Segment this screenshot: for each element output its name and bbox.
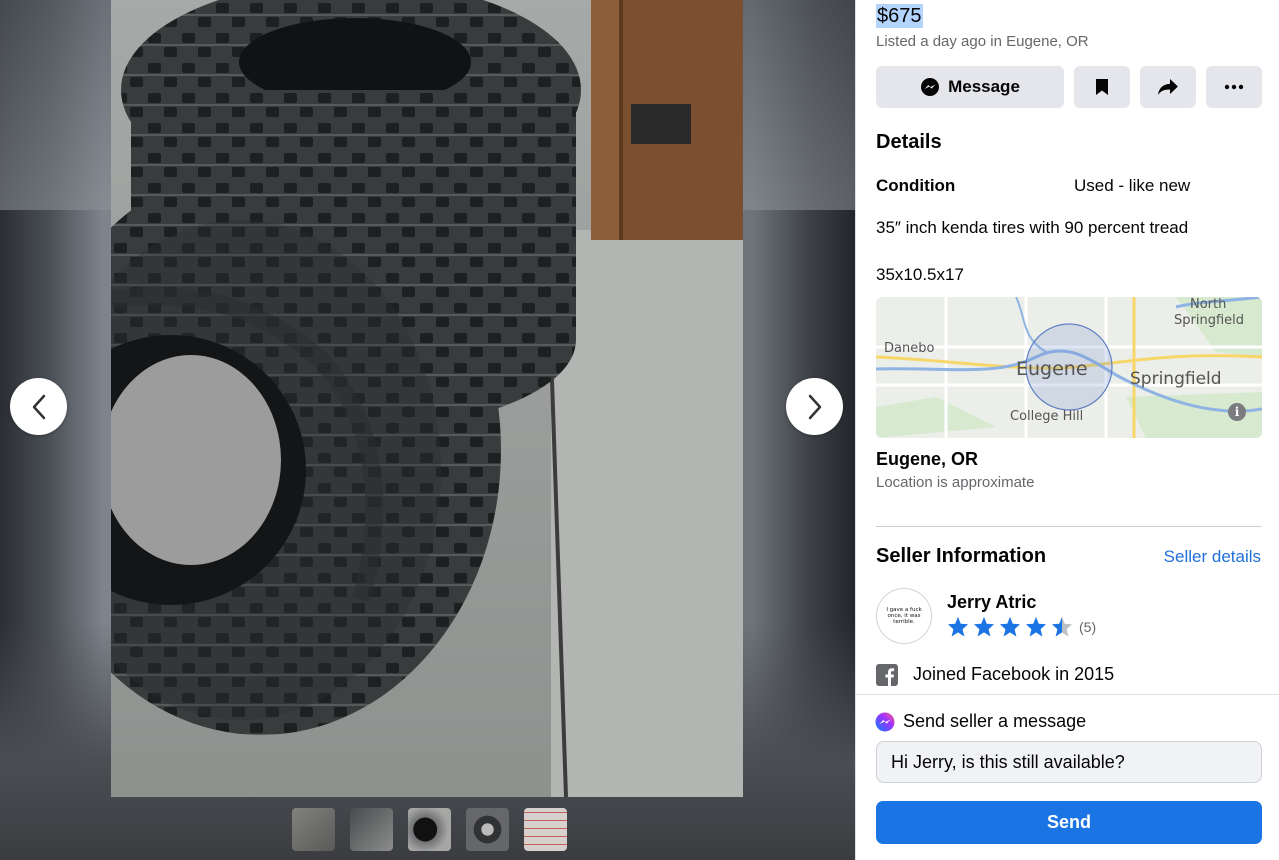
facebook-icon — [876, 664, 898, 686]
location-title: Eugene, OR — [876, 449, 979, 469]
condition-value: Used - like new — [1074, 176, 1191, 195]
share-button[interactable] — [1140, 66, 1196, 108]
chevron-left-icon — [32, 394, 45, 419]
next-photo-button[interactable] — [786, 378, 843, 435]
star-full-icon — [973, 616, 995, 637]
rating-count: (5) — [1079, 618, 1097, 635]
star-full-icon — [1025, 616, 1047, 637]
message-button[interactable]: Message — [876, 66, 1064, 108]
chevron-right-icon — [808, 394, 821, 419]
location-note: Location is approximate — [876, 474, 1035, 491]
listing-meta: Listed a day ago in Eugene, OR — [876, 33, 1089, 50]
avatar-text: I gave a fuck once, it was terrible. — [886, 607, 922, 625]
photo-viewer — [0, 0, 855, 860]
star-half-icon — [1051, 616, 1073, 637]
photo-thumbnail[interactable] — [350, 808, 393, 851]
map-label-north-springfield: North — [1190, 297, 1227, 312]
details-heading: Details — [876, 131, 942, 153]
map-label-danebo: Danebo — [884, 341, 935, 356]
star-full-icon — [947, 616, 969, 637]
share-icon — [1158, 79, 1178, 95]
save-button[interactable] — [1074, 66, 1130, 108]
send-message-box: Send seller a message Send — [856, 694, 1279, 860]
photo-thumbnail[interactable] — [524, 808, 567, 851]
messenger-icon — [921, 78, 940, 96]
message-button-label: Message — [948, 77, 1020, 96]
photo-thumbnail[interactable] — [466, 808, 509, 851]
map-label-college-hill: College Hill — [1010, 409, 1084, 424]
photo-thumbnails — [292, 808, 567, 851]
send-message-title: Send seller a message — [903, 711, 1087, 731]
listing-photo[interactable] — [111, 0, 743, 797]
send-button[interactable]: Send — [876, 801, 1262, 844]
section-divider — [876, 526, 1262, 527]
seller-rating[interactable]: (5) — [947, 616, 1096, 637]
star-full-icon — [999, 616, 1021, 637]
listing-details-panel: $675 Listed a day ago in Eugene, OR Mess… — [855, 0, 1279, 860]
seller-info-heading: Seller Information — [876, 545, 1047, 567]
photo-thumbnail-active[interactable] — [408, 808, 451, 851]
description-line: 35x10.5x17 — [876, 265, 964, 284]
location-map[interactable]: North Springfield Danebo Eugene Springfi… — [876, 297, 1262, 438]
seller-details-link[interactable]: Seller details — [1164, 547, 1261, 567]
joined-facebook-text: Joined Facebook in 2015 — [913, 664, 1115, 684]
seller-name[interactable]: Jerry Atric — [947, 592, 1036, 613]
map-label-eugene: Eugene — [1016, 358, 1088, 380]
info-icon[interactable]: i — [1228, 403, 1246, 421]
previous-photo-button[interactable] — [10, 378, 67, 435]
more-icon — [1224, 84, 1244, 90]
message-input[interactable] — [876, 741, 1262, 783]
more-options-button[interactable] — [1206, 66, 1262, 108]
messenger-icon — [875, 712, 895, 732]
listing-price: $675 — [876, 4, 923, 28]
seller-avatar[interactable]: I gave a fuck once, it was terrible. — [876, 588, 932, 644]
photo-thumbnail[interactable] — [292, 808, 335, 851]
description-line: 35″ inch kenda tires with 90 percent tre… — [876, 218, 1189, 237]
map-label-north-springfield-2: Springfield — [1174, 313, 1245, 328]
tires-photo-image — [111, 0, 743, 797]
bookmark-icon — [1096, 79, 1108, 95]
condition-label: Condition — [876, 176, 956, 195]
map-label-springfield: Springfield — [1130, 369, 1222, 389]
